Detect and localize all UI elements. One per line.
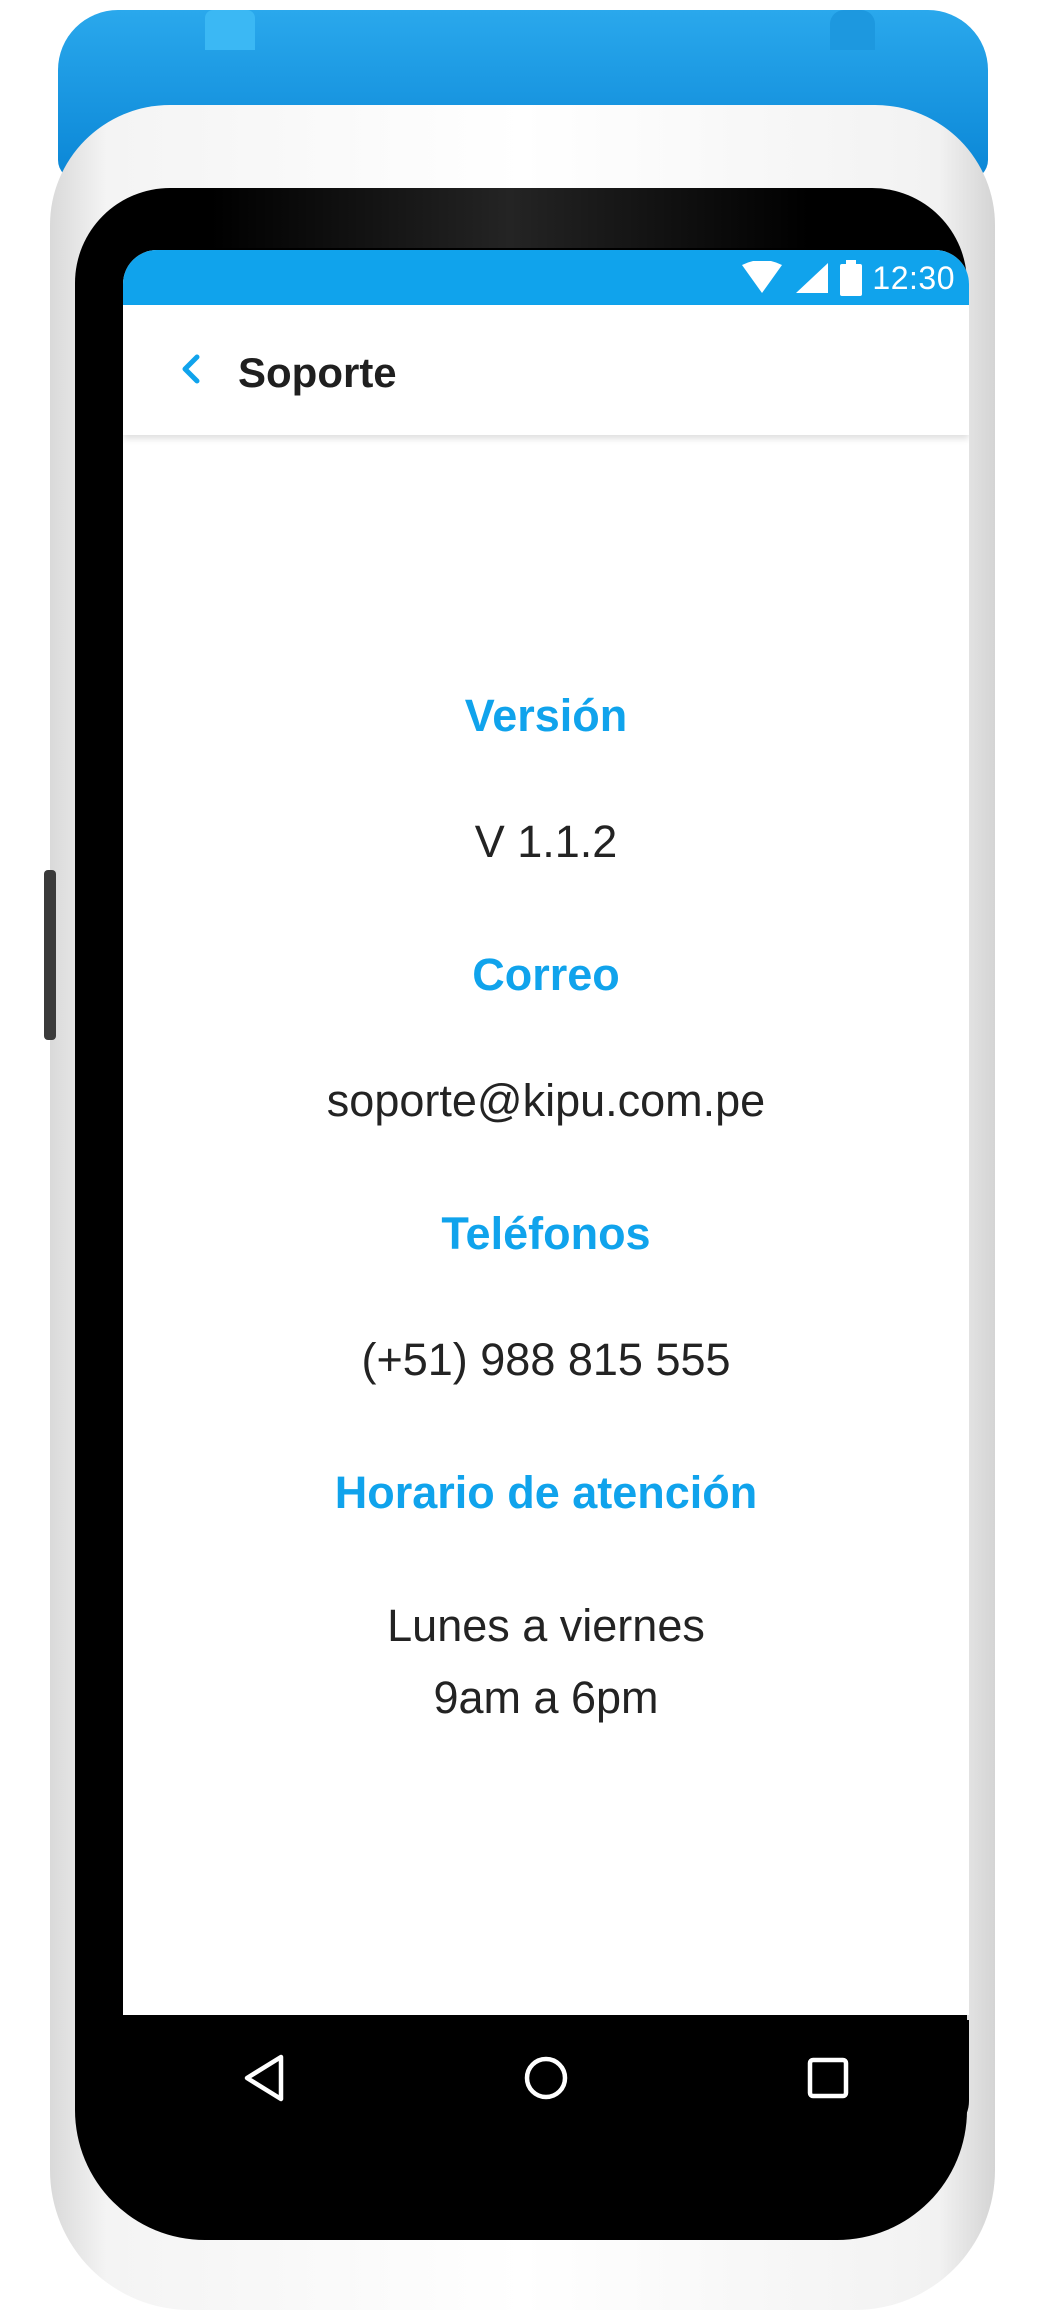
battery-icon bbox=[840, 260, 863, 296]
email-label: Correo bbox=[472, 949, 620, 1000]
navigation-bar bbox=[123, 2020, 969, 2135]
back-button[interactable] bbox=[167, 345, 215, 393]
page-title: Soporte bbox=[238, 349, 397, 396]
back-triangle-icon bbox=[244, 2054, 284, 2101]
nav-back-button[interactable] bbox=[229, 2043, 299, 2113]
version-label: Versión bbox=[464, 690, 628, 741]
version-value: V 1.1.2 bbox=[474, 816, 618, 867]
hours-line-days: Lunes a viernes bbox=[387, 1600, 705, 1651]
home-circle-icon bbox=[524, 2056, 568, 2099]
wifi-icon bbox=[742, 261, 783, 293]
hours-label: Horario de atención bbox=[334, 1467, 758, 1518]
status-time: 12:30 bbox=[872, 259, 955, 296]
recents-square-icon bbox=[807, 2057, 849, 2098]
screen: 12:30 Soporte Versión V 1.1.2 Correo sop… bbox=[123, 250, 969, 2015]
status-bar: 12:30 bbox=[123, 250, 969, 305]
device-cap-bump bbox=[830, 10, 875, 50]
email-value[interactable]: soporte@kipu.com.pe bbox=[123, 1065, 969, 1137]
device-cap-bump bbox=[205, 10, 255, 50]
status-icons: 12:30 bbox=[740, 258, 955, 298]
hours-line-time: 9am a 6pm bbox=[433, 1672, 659, 1723]
phone-value[interactable]: (+51) 988 815 555 bbox=[123, 1324, 969, 1396]
chevron-left-icon bbox=[182, 354, 200, 384]
nav-home-button[interactable] bbox=[511, 2043, 581, 2113]
signal-icon bbox=[796, 263, 829, 293]
phones-label: Teléfonos bbox=[441, 1208, 651, 1259]
nav-recents-button[interactable] bbox=[793, 2043, 863, 2113]
app-bar: Soporte bbox=[123, 305, 969, 435]
device-side-button bbox=[44, 870, 56, 1040]
bezel-reflection bbox=[210, 188, 810, 248]
